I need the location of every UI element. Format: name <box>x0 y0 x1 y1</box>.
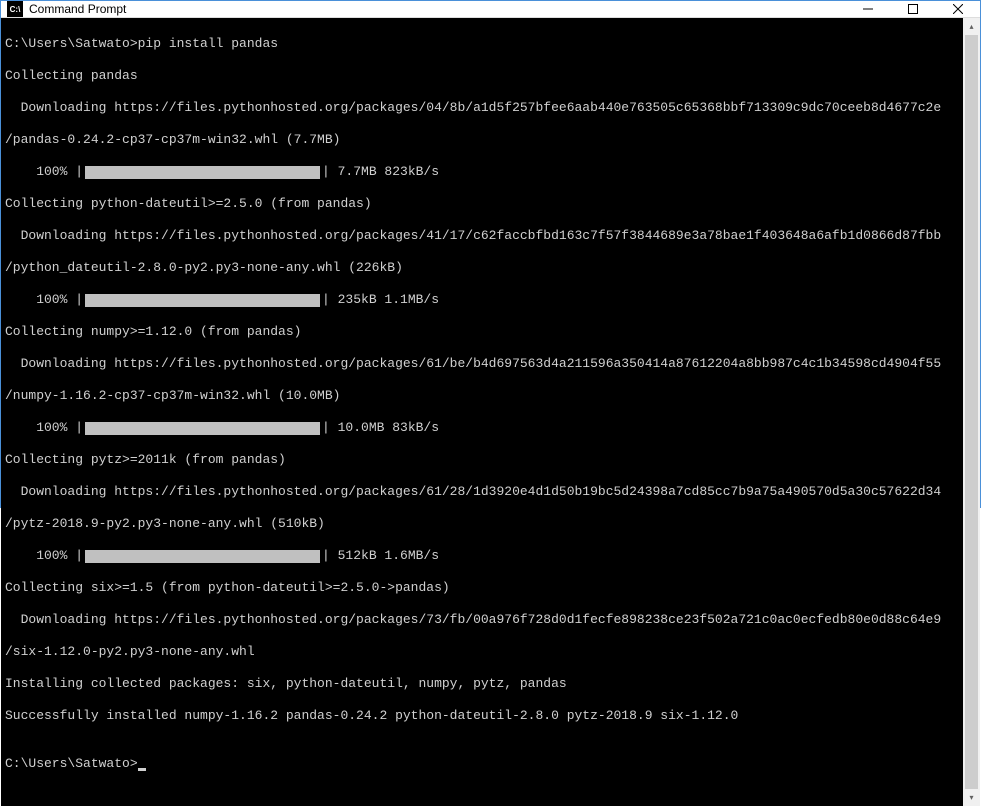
output-line: Installing collected packages: six, pyth… <box>5 676 959 692</box>
progress-bar <box>85 550 320 563</box>
scrollbar-track[interactable] <box>963 35 980 789</box>
output-line: Downloading https://files.pythonhosted.o… <box>5 612 959 628</box>
cmd-icon: C:\ <box>7 1 23 17</box>
output-line: /pytz-2018.9-py2.py3-none-any.whl (510kB… <box>5 516 959 532</box>
output-line: Collecting pandas <box>5 68 959 84</box>
output-line: Successfully installed numpy-1.16.2 pand… <box>5 708 959 724</box>
prompt-line: C:\Users\Satwato> <box>5 756 959 772</box>
close-icon <box>953 4 963 14</box>
terminal-area: C:\Users\Satwato>pip install pandas Coll… <box>1 18 980 806</box>
output-line: Collecting python-dateutil>=2.5.0 (from … <box>5 196 959 212</box>
chevron-up-icon: ▴ <box>969 22 973 32</box>
output-line: Downloading https://files.pythonhosted.o… <box>5 100 959 116</box>
output-line: /python_dateutil-2.8.0-py2.py3-none-any.… <box>5 260 959 276</box>
window-title: Command Prompt <box>29 2 126 16</box>
output-line: Downloading https://files.pythonhosted.o… <box>5 356 959 372</box>
progress-stats: | 512kB 1.6MB/s <box>322 548 439 564</box>
progress-bar <box>85 422 320 435</box>
progress-numpy: 100% | | 10.0MB 83kB/s <box>5 420 959 436</box>
minimize-button[interactable] <box>845 1 890 17</box>
output-line: Collecting numpy>=1.12.0 (from pandas) <box>5 324 959 340</box>
chevron-down-icon: ▾ <box>969 793 973 803</box>
maximize-button[interactable] <box>890 1 935 17</box>
vertical-scrollbar[interactable]: ▴ ▾ <box>963 18 980 806</box>
scroll-up-button[interactable]: ▴ <box>963 18 980 35</box>
output-line: Downloading https://files.pythonhosted.o… <box>5 228 959 244</box>
output-line: /pandas-0.24.2-cp37-cp37m-win32.whl (7.7… <box>5 132 959 148</box>
command-text: pip install pandas <box>138 36 278 51</box>
progress-bar <box>85 294 320 307</box>
terminal-output[interactable]: C:\Users\Satwato>pip install pandas Coll… <box>1 18 963 806</box>
progress-stats: | 7.7MB 823kB/s <box>322 164 439 180</box>
titlebar[interactable]: C:\ Command Prompt <box>1 1 980 18</box>
output-line: Collecting six>=1.5 (from python-dateuti… <box>5 580 959 596</box>
scrollbar-thumb[interactable] <box>965 35 978 789</box>
output-line: Downloading https://files.pythonhosted.o… <box>5 484 959 500</box>
progress-stats: | 235kB 1.1MB/s <box>322 292 439 308</box>
minimize-icon <box>863 4 873 14</box>
output-line: /numpy-1.16.2-cp37-cp37m-win32.whl (10.0… <box>5 388 959 404</box>
progress-percent: 100% | <box>5 548 83 564</box>
output-line: /six-1.12.0-py2.py3-none-any.whl <box>5 644 959 660</box>
maximize-icon <box>908 4 918 14</box>
command-prompt-window: C:\ Command Prompt C:\Users\Satwato>pip … <box>0 0 981 508</box>
progress-percent: 100% | <box>5 420 83 436</box>
prompt-path: C:\Users\Satwato> <box>5 756 138 771</box>
progress-dateutil: 100% | | 235kB 1.1MB/s <box>5 292 959 308</box>
output-line: Collecting pytz>=2011k (from pandas) <box>5 452 959 468</box>
prompt-line: C:\Users\Satwato>pip install pandas <box>5 36 959 52</box>
progress-bar <box>85 166 320 179</box>
prompt-path: C:\Users\Satwato> <box>5 36 138 51</box>
progress-pandas: 100% | | 7.7MB 823kB/s <box>5 164 959 180</box>
progress-pytz: 100% | | 512kB 1.6MB/s <box>5 548 959 564</box>
close-button[interactable] <box>935 1 980 17</box>
scroll-down-button[interactable]: ▾ <box>963 789 980 806</box>
cursor <box>138 768 146 771</box>
window-controls <box>845 1 980 17</box>
progress-percent: 100% | <box>5 292 83 308</box>
progress-percent: 100% | <box>5 164 83 180</box>
progress-stats: | 10.0MB 83kB/s <box>322 420 439 436</box>
